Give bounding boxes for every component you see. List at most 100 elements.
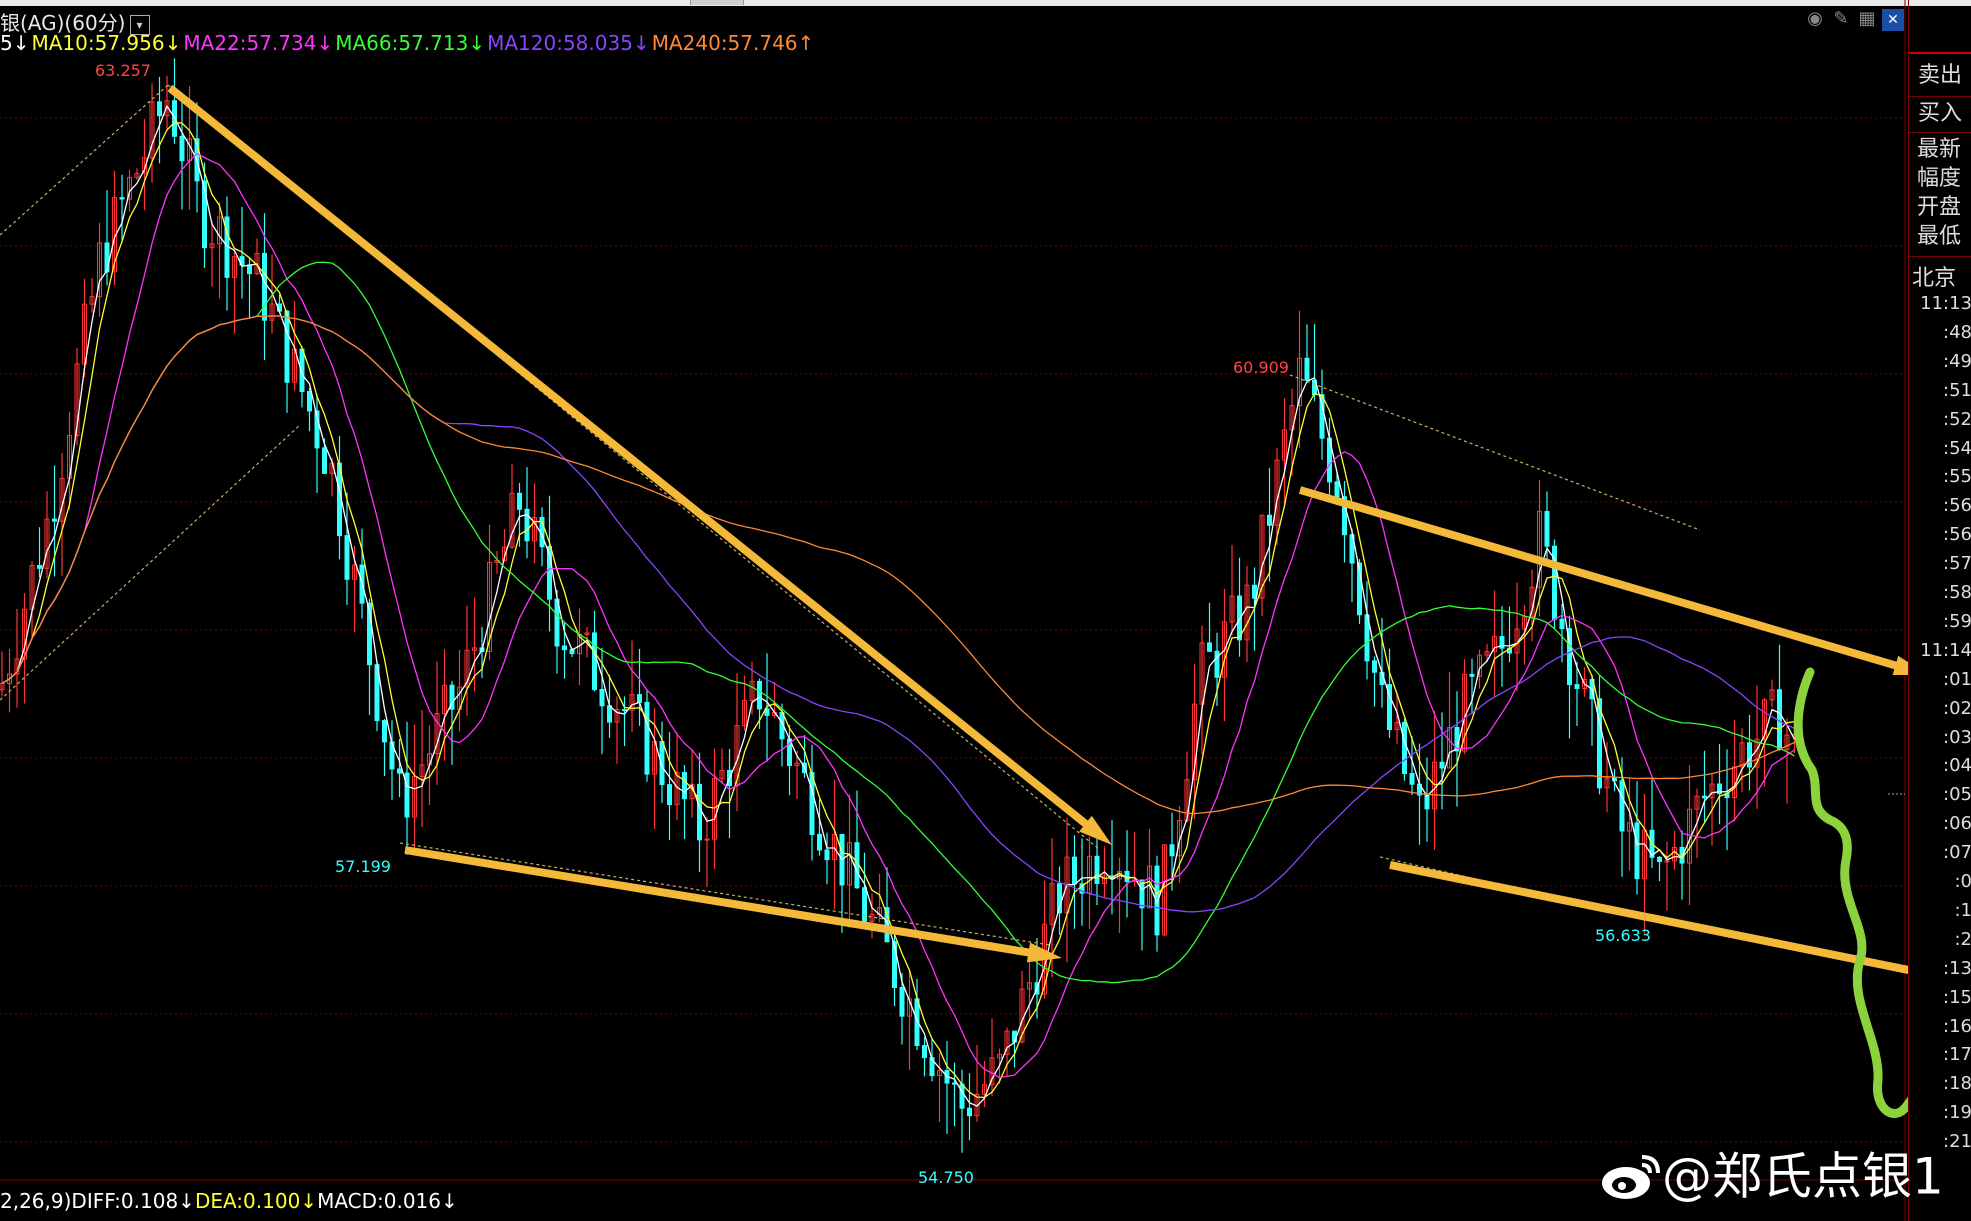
candle-body <box>262 252 267 321</box>
sell-button[interactable]: 卖出 <box>1911 62 1969 90</box>
side-panel: 卖出 买入 最新 幅度 开盘 最低 北京 11:13:48:49:51:52:5… <box>1908 0 1971 1221</box>
ma-legend-item-4: MA120:58.035↓ <box>487 31 650 55</box>
ma-line <box>1 315 1795 815</box>
candle-body <box>704 838 710 841</box>
time-item: :05 <box>1943 784 1971 806</box>
time-item: :18 <box>1943 1073 1971 1095</box>
price-labels-group: 63.257 57.199 54.750 60.909 56.633 <box>95 61 1651 1187</box>
eye-icon[interactable]: ◉ <box>1804 8 1826 30</box>
label-range: 幅度 <box>1917 166 1962 191</box>
time-item: :57 <box>1943 553 1971 575</box>
time-item: :49 <box>1943 350 1971 372</box>
candle-body <box>1424 794 1430 810</box>
time-item: 11:14 <box>1920 639 1971 661</box>
candle-body <box>1304 357 1310 381</box>
time-item: :06 <box>1943 813 1971 835</box>
time-item: :07 <box>1943 842 1971 864</box>
candle-body <box>1702 795 1707 799</box>
ma-line <box>1 261 1795 984</box>
candle-body <box>1267 514 1272 526</box>
trend-lines-group <box>0 84 1905 946</box>
candle-body <box>824 849 830 861</box>
time-item: :1 <box>1954 899 1971 921</box>
time-item: :15 <box>1943 986 1971 1008</box>
time-item: :19 <box>1943 1102 1971 1124</box>
candlestick-chart[interactable]: 63.257 57.199 54.750 60.909 56.633 <box>0 0 1908 1221</box>
candle-body <box>322 447 327 474</box>
candle-body <box>1559 618 1565 630</box>
candle-body <box>667 784 672 806</box>
candle-body <box>1439 761 1445 769</box>
ma-legend-item-0: 5↓ <box>0 31 30 55</box>
time-item: :56 <box>1943 524 1971 546</box>
candle-body <box>637 694 642 703</box>
candle-body <box>397 768 402 774</box>
time-item: :54 <box>1943 437 1971 459</box>
candle-body <box>817 833 822 851</box>
hand-drawn-path <box>1793 667 1908 1118</box>
label-low-right: 56.633 <box>1595 926 1651 945</box>
candle-body <box>517 492 522 510</box>
candle-body <box>1619 780 1625 832</box>
candle-body <box>967 1107 972 1117</box>
candle-body <box>592 632 597 691</box>
label-high-left: 63.257 <box>95 61 151 80</box>
time-item: :55 <box>1943 466 1971 488</box>
label-low-bottom: 54.750 <box>918 1168 974 1187</box>
candle-body <box>104 242 110 273</box>
candle-body <box>1634 822 1640 880</box>
macd-legend-item-3: MACD:0.016↓ <box>317 1189 458 1213</box>
trend-arrow <box>1389 861 1908 974</box>
candle-body <box>809 772 815 835</box>
label-beijing: 北京 <box>1912 266 1957 291</box>
candle-body <box>307 391 312 412</box>
candle-body <box>1664 860 1670 863</box>
candle-body <box>1169 844 1175 857</box>
label-low: 最低 <box>1917 224 1962 249</box>
grid-icon[interactable]: ▦ <box>1856 8 1878 30</box>
time-item: 11:13 <box>1920 293 1971 314</box>
macd-legend-item-1: DIFF:0.108↓ <box>71 1189 195 1213</box>
time-item: :03 <box>1943 726 1971 748</box>
time-item: :58 <box>1943 582 1971 603</box>
ma-line <box>1 315 1795 913</box>
candle-body <box>1409 773 1415 785</box>
time-item: :17 <box>1943 1044 1971 1066</box>
watermark: @郑氏点银1 <box>1598 1143 1944 1206</box>
candle-body <box>1544 510 1550 547</box>
close-icon[interactable]: ✕ <box>1882 9 1904 31</box>
time-item: :52 <box>1943 408 1971 430</box>
candle-body <box>682 772 687 800</box>
label-low-left: 57.199 <box>335 857 391 876</box>
label-latest: 最新 <box>1917 137 1962 162</box>
candles-group <box>0 58 1797 1153</box>
candle-body <box>622 709 627 712</box>
time-item: :51 <box>1943 379 1971 401</box>
candle-body <box>37 565 42 569</box>
candle-body <box>599 689 605 707</box>
ma-legend-item-5: MA240:57.746↑ <box>651 31 815 55</box>
ma-legend-item-3: MA66:57.713↓ <box>335 31 486 55</box>
trend-arrow <box>404 846 1062 963</box>
time-item: :59 <box>1943 610 1971 632</box>
ma-legend-item-1: MA10:57.956↓ <box>31 31 182 55</box>
side-sep <box>1909 96 1971 97</box>
candle-body <box>284 310 290 383</box>
weibo-logo-icon <box>1602 1154 1660 1199</box>
ma-line <box>1 121 1795 1099</box>
time-item: :16 <box>1943 1015 1971 1037</box>
time-item: :04 <box>1943 755 1971 777</box>
time-item: :01 <box>1943 668 1971 690</box>
candle-body <box>247 264 252 275</box>
pencil-icon[interactable]: ✎ <box>1830 8 1852 30</box>
candle-body <box>644 701 650 775</box>
candle-body <box>899 987 905 1017</box>
candle-body <box>179 135 185 162</box>
candle-body <box>1207 642 1212 652</box>
time-item: :48 <box>1943 321 1971 343</box>
candle-body <box>1469 673 1475 677</box>
candle-body <box>922 1045 927 1059</box>
candle-body <box>382 720 387 743</box>
ma-line <box>1 104 1796 1107</box>
buy-button[interactable]: 买入 <box>1911 100 1969 128</box>
